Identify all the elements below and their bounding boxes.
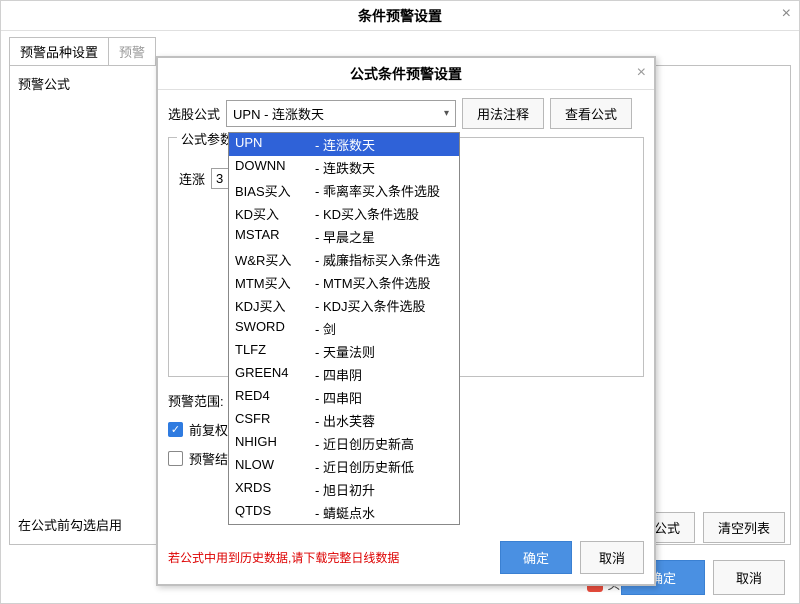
dropdown-item[interactable]: MSTAR- 早晨之星 (229, 225, 459, 248)
clear-list-button[interactable]: 清空列表 (703, 512, 785, 543)
result-checkbox[interactable] (168, 451, 183, 466)
chevron-down-icon: ▾ (444, 108, 449, 119)
dropdown-item[interactable]: DOWNN- 连跌数天 (229, 156, 459, 179)
modal-ok-button[interactable]: 确定 (500, 541, 572, 574)
dropdown-item[interactable]: SWORD- 剑 (229, 317, 459, 340)
param-name-label: 连涨 (179, 169, 205, 188)
tab-formula-partial[interactable]: 预警 (108, 37, 156, 65)
dropdown-item[interactable]: XRDS- 旭日初升 (229, 478, 459, 501)
modal-close-icon[interactable]: × (637, 64, 646, 82)
main-title: 条件预警设置 (358, 6, 442, 26)
dropdown-item[interactable]: KD买入- KD买入条件选股 (229, 202, 459, 225)
modal-body: 选股公式 UPN - 连涨数天 ▾ 用法注释 查看公式 公式参数 连涨 预警范围… (158, 90, 654, 584)
modal-footer: 若公式中用到历史数据,请下载完整日线数据 确定 取消 (168, 541, 644, 574)
dropdown-item[interactable]: GREEN4- 四串阴 (229, 363, 459, 386)
dropdown-item[interactable]: NHIGH- 近日创历史新高 (229, 432, 459, 455)
modal-cancel-button[interactable]: 取消 (580, 541, 644, 574)
dropdown-item[interactable]: CSFR- 出水芙蓉 (229, 409, 459, 432)
dropdown-item[interactable]: QTDS- 蜻蜓点水 (229, 501, 459, 524)
warning-text: 若公式中用到历史数据,请下载完整日线数据 (168, 549, 500, 566)
formula-select-label: 选股公式 (168, 104, 220, 123)
main-window: 条件预警设置 × 预警品种设置 预警 预警公式 在公式前勾选启用 公式 清空列表… (0, 0, 800, 604)
modal-title: 公式条件预警设置 (350, 64, 462, 84)
dropdown-item[interactable]: RED4- 四串阳 (229, 386, 459, 409)
dropdown-item[interactable]: MTM买入- MTM买入条件选股 (229, 271, 459, 294)
close-icon[interactable]: × (782, 5, 791, 23)
main-cancel-button[interactable]: 取消 (713, 560, 785, 595)
combo-value: UPN - 连涨数天 (233, 104, 324, 123)
formula-condition-modal: 公式条件预警设置 × 选股公式 UPN - 连涨数天 ▾ 用法注释 查看公式 公… (156, 56, 656, 586)
fuquan-checkbox[interactable]: ✓ (168, 422, 183, 437)
formula-combobox[interactable]: UPN - 连涨数天 ▾ (226, 100, 456, 127)
dropdown-item[interactable]: BIAS买入- 乖离率买入条件选股 (229, 179, 459, 202)
fuquan-label: 前复权 (189, 420, 228, 439)
formula-dropdown-list[interactable]: UPN- 连涨数天DOWNN- 连跌数天BIAS买入- 乖离率买入条件选股KD买… (228, 132, 460, 525)
usage-notes-button[interactable]: 用法注释 (462, 98, 544, 129)
dropdown-item[interactable]: TLFZ- 天量法则 (229, 340, 459, 363)
dropdown-item[interactable]: NLOW- 近日创历史新低 (229, 455, 459, 478)
main-titlebar: 条件预警设置 × (1, 1, 799, 31)
dropdown-item[interactable]: KDJ买入- KDJ买入条件选股 (229, 294, 459, 317)
dropdown-item[interactable]: UPN- 连涨数天 (229, 133, 459, 156)
result-label: 预警结 (189, 449, 228, 468)
modal-titlebar: 公式条件预警设置 × (158, 58, 654, 90)
formula-select-row: 选股公式 UPN - 连涨数天 ▾ 用法注释 查看公式 (168, 98, 644, 129)
view-formula-button[interactable]: 查看公式 (550, 98, 632, 129)
dropdown-item[interactable]: W&R买入- 威廉指标买入条件选 (229, 248, 459, 271)
tab-species[interactable]: 预警品种设置 (9, 37, 109, 65)
